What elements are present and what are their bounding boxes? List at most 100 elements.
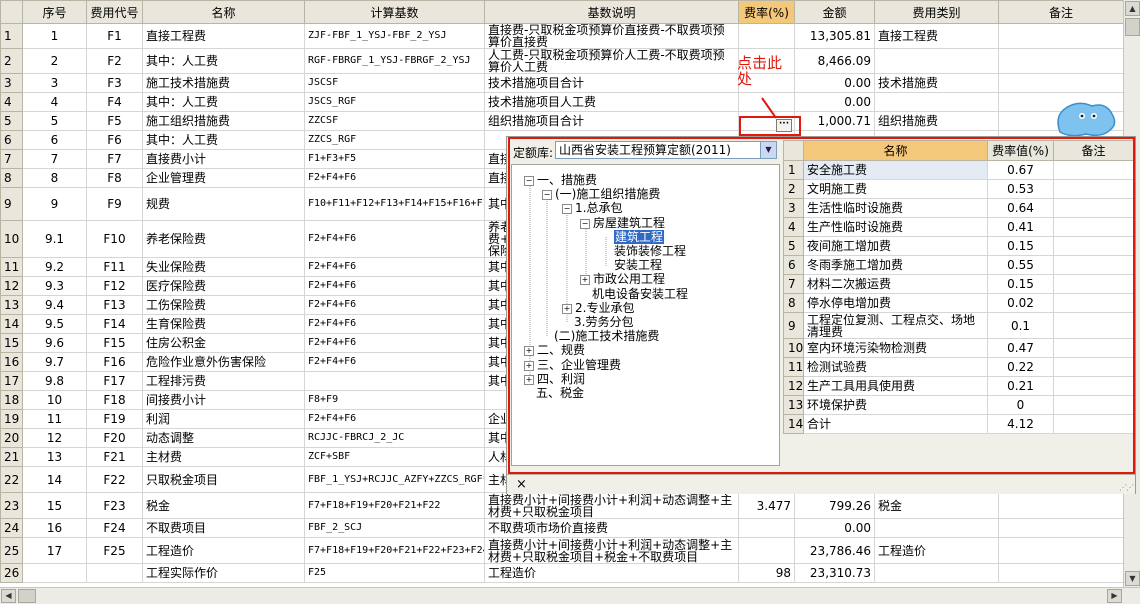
row-number[interactable]: 7: [0, 149, 23, 169]
cell-code[interactable]: F14: [86, 314, 143, 334]
rate-name[interactable]: 安全施工费: [803, 160, 988, 180]
cell-name[interactable]: 直接工程费: [142, 23, 305, 49]
rate-row[interactable]: 7 材料二次搬运费 0.15: [783, 274, 1134, 294]
rate-row[interactable]: 9 工程定位复测、工程点交、场地清理费 0.1: [783, 312, 1134, 339]
rate-name[interactable]: 合计: [803, 414, 988, 434]
row-number[interactable]: 15: [0, 333, 23, 353]
cell-code[interactable]: F24: [86, 518, 143, 538]
row-number[interactable]: 25: [0, 537, 23, 564]
cell-base[interactable]: RGF-FBRGF_1_YSJ-FBRGF_2_YSJ: [304, 48, 485, 74]
cell-seq[interactable]: 2: [22, 48, 87, 74]
cell-amount[interactable]: 0.00: [794, 518, 875, 538]
col-header-base[interactable]: 计算基数: [304, 0, 485, 24]
tree-node[interactable]: 机电设备安装工程: [592, 287, 688, 301]
rate-col-header-value[interactable]: 费率值(%): [987, 140, 1054, 161]
cell-seq[interactable]: 11: [22, 409, 87, 429]
rate-row-number[interactable]: 2: [783, 179, 804, 199]
cell-note[interactable]: [998, 48, 1124, 74]
rate-name[interactable]: 工程定位复测、工程点交、场地清理费: [803, 312, 988, 339]
rate-row[interactable]: 4 生产性临时设施费 0.41: [783, 217, 1134, 237]
cell-base[interactable]: F8+F9: [304, 390, 485, 410]
cell-base[interactable]: F10+F11+F12+F13+F14+F15+F16+F17: [304, 187, 485, 221]
rate-name[interactable]: 生产工具用具使用费: [803, 376, 988, 396]
rate-row-number[interactable]: 11: [783, 357, 804, 377]
row-number[interactable]: 4: [0, 92, 23, 112]
rate-row-number[interactable]: 3: [783, 198, 804, 218]
tree-node-label[interactable]: 市政公用工程: [593, 272, 665, 286]
tree-node[interactable]: 3.劳务分包: [574, 316, 633, 329]
cell-name[interactable]: 税金: [142, 492, 305, 519]
rate-row[interactable]: 5 夜间施工增加费 0.15: [783, 236, 1134, 256]
cell-seq[interactable]: 3: [22, 73, 87, 93]
cell-name[interactable]: 其中：人工费: [142, 48, 305, 74]
rate-value[interactable]: 0.22: [987, 357, 1054, 377]
cell-base[interactable]: [304, 371, 485, 391]
table-row[interactable]: 2 2 F2 其中：人工费 RGF-FBRGF_1_YSJ-FBRGF_2_YSJ 人工费…: [0, 48, 1124, 74]
rate-name[interactable]: 停水停电增加费: [803, 293, 988, 313]
row-number[interactable]: 19: [0, 409, 23, 429]
cell-seq[interactable]: 17: [22, 537, 87, 564]
cell-desc[interactable]: 人工费-只取税金项预算价人工费-不取费项预算价人工费: [484, 48, 739, 74]
resize-grip-icon[interactable]: ⋰⋰: [1119, 483, 1134, 492]
col-header-note[interactable]: 备注: [998, 0, 1124, 24]
close-icon[interactable]: ×: [516, 477, 527, 492]
row-number[interactable]: 9: [0, 187, 23, 221]
cell-amount[interactable]: 23,786.46: [794, 537, 875, 564]
tree-node[interactable]: + 二、规费: [524, 344, 585, 357]
cell-name[interactable]: 工伤保险费: [142, 295, 305, 315]
cell-amount[interactable]: 13,305.81: [794, 23, 875, 49]
tree-node[interactable]: 安装工程: [614, 259, 662, 272]
cell-code[interactable]: F8: [86, 168, 143, 188]
tree-node-label[interactable]: 二、规费: [537, 343, 585, 357]
cell-seq[interactable]: 16: [22, 518, 87, 538]
col-header-desc[interactable]: 基数说明: [484, 0, 739, 24]
cell-seq[interactable]: 5: [22, 111, 87, 131]
cell-category[interactable]: [874, 563, 999, 583]
cell-rate[interactable]: [738, 23, 795, 49]
rate-name[interactable]: 生产性临时设施费: [803, 217, 988, 237]
expand-icon[interactable]: +: [524, 374, 534, 385]
row-number[interactable]: 5: [0, 111, 23, 131]
cell-code[interactable]: F15: [86, 333, 143, 353]
cell-seq[interactable]: 9.6: [22, 333, 87, 353]
cell-amount[interactable]: 1,000.71: [794, 111, 875, 131]
collapse-icon[interactable]: −: [542, 190, 552, 201]
col-header-category[interactable]: 费用类别: [874, 0, 999, 24]
tree-node[interactable]: + 市政公用工程: [580, 273, 665, 286]
rate-row-number[interactable]: 8: [783, 293, 804, 313]
tree-node[interactable]: −1.总承包: [562, 202, 622, 215]
cell-name[interactable]: 施工技术措施费: [142, 73, 305, 93]
cell-name[interactable]: 只取税金项目: [142, 466, 305, 493]
rate-note[interactable]: [1053, 236, 1134, 256]
cell-name[interactable]: 工程排污费: [142, 371, 305, 391]
cell-rate[interactable]: [738, 518, 795, 538]
cell-base[interactable]: F2+F4+F6: [304, 314, 485, 334]
table-row[interactable]: 26 工程实际作价 F25 工程造价 98 23,310.73: [0, 563, 1124, 583]
rate-row-number[interactable]: 1: [783, 160, 804, 180]
chevron-down-icon[interactable]: ▼: [760, 142, 776, 158]
rate-value[interactable]: 0.41: [987, 217, 1054, 237]
rate-note[interactable]: [1053, 198, 1134, 218]
cell-seq[interactable]: 9: [22, 187, 87, 221]
cell-amount[interactable]: 23,310.73: [794, 563, 875, 583]
table-row[interactable]: 24 16 F24 不取费项目 FBF_2_SCJ 不取费项市场价直接费 0.00: [0, 518, 1124, 538]
rate-name[interactable]: 生活性临时设施费: [803, 198, 988, 218]
tree-node[interactable]: 装饰装修工程: [614, 245, 686, 258]
cell-code[interactable]: F9: [86, 187, 143, 221]
table-row[interactable]: 4 4 F4 其中：人工费 JSCS_RGF 技术措施项目人工费 0.00: [0, 92, 1124, 112]
cell-seq[interactable]: 9.3: [22, 276, 87, 296]
cell-code[interactable]: F5: [86, 111, 143, 131]
cell-base[interactable]: F2+F4+F6: [304, 295, 485, 315]
rate-row-number[interactable]: 6: [783, 255, 804, 275]
tree-node-label[interactable]: (二)施工技术措施费: [554, 329, 659, 343]
cell-code[interactable]: F6: [86, 130, 143, 150]
cell-base[interactable]: F2+F4+F6: [304, 276, 485, 296]
cell-seq[interactable]: 9.5: [22, 314, 87, 334]
row-number[interactable]: 21: [0, 447, 23, 467]
rate-value[interactable]: 0.53: [987, 179, 1054, 199]
row-number[interactable]: 11: [0, 257, 23, 277]
cell-amount[interactable]: 0.00: [794, 73, 875, 93]
cell-seq[interactable]: 4: [22, 92, 87, 112]
scroll-up-button[interactable]: ▲: [1125, 1, 1140, 16]
cell-code[interactable]: F13: [86, 295, 143, 315]
